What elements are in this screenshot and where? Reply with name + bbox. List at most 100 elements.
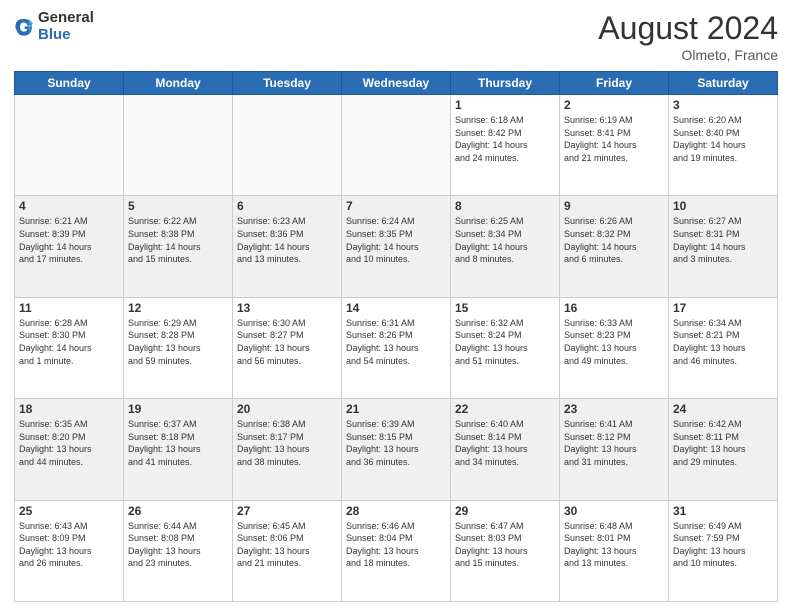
day-number: 22	[455, 402, 555, 416]
calendar-cell: 1 Sunrise: 6:18 AM Sunset: 8:42 PM Daylig…	[451, 95, 560, 196]
title-block: August 2024 Olmeto, France	[598, 10, 778, 63]
calendar-cell: 12 Sunrise: 6:29 AM Sunset: 8:28 PM Dayli…	[124, 297, 233, 398]
day-info: Sunrise: 6:38 AM Sunset: 8:17 PM Dayligh…	[237, 418, 337, 468]
calendar-cell: 23 Sunrise: 6:41 AM Sunset: 8:12 PM Dayli…	[560, 399, 669, 500]
day-number: 10	[673, 199, 773, 213]
day-header-tuesday: Tuesday	[233, 72, 342, 95]
calendar-cell: 9 Sunrise: 6:26 AM Sunset: 8:32 PM Daylig…	[560, 196, 669, 297]
day-info: Sunrise: 6:27 AM Sunset: 8:31 PM Dayligh…	[673, 215, 773, 265]
day-info: Sunrise: 6:19 AM Sunset: 8:41 PM Dayligh…	[564, 114, 664, 164]
day-info: Sunrise: 6:33 AM Sunset: 8:23 PM Dayligh…	[564, 317, 664, 367]
day-number: 2	[564, 98, 664, 112]
calendar-week-row: 1 Sunrise: 6:18 AM Sunset: 8:42 PM Daylig…	[15, 95, 778, 196]
day-number: 18	[19, 402, 119, 416]
calendar-cell: 26 Sunrise: 6:44 AM Sunset: 8:08 PM Dayli…	[124, 500, 233, 601]
day-number: 20	[237, 402, 337, 416]
day-info: Sunrise: 6:40 AM Sunset: 8:14 PM Dayligh…	[455, 418, 555, 468]
day-header-friday: Friday	[560, 72, 669, 95]
day-info: Sunrise: 6:23 AM Sunset: 8:36 PM Dayligh…	[237, 215, 337, 265]
day-info: Sunrise: 6:32 AM Sunset: 8:24 PM Dayligh…	[455, 317, 555, 367]
calendar-week-row: 4Sunrise: 6:21 AM Sunset: 8:39 PM Daylig…	[15, 196, 778, 297]
day-number: 9	[564, 199, 664, 213]
day-number: 14	[346, 301, 446, 315]
day-header-monday: Monday	[124, 72, 233, 95]
day-info: Sunrise: 6:20 AM Sunset: 8:40 PM Dayligh…	[673, 114, 773, 164]
day-info: Sunrise: 6:35 AM Sunset: 8:20 PM Dayligh…	[19, 418, 119, 468]
day-number: 19	[128, 402, 228, 416]
day-info: Sunrise: 6:34 AM Sunset: 8:21 PM Dayligh…	[673, 317, 773, 367]
calendar-cell: 15 Sunrise: 6:32 AM Sunset: 8:24 PM Dayli…	[451, 297, 560, 398]
calendar-cell: 31 Sunrise: 6:49 AM Sunset: 7:59 PM Dayli…	[669, 500, 778, 601]
day-number: 15	[455, 301, 555, 315]
day-number: 11	[19, 301, 119, 315]
day-number: 27	[237, 504, 337, 518]
calendar-week-row: 18 Sunrise: 6:35 AM Sunset: 8:20 PM Dayli…	[15, 399, 778, 500]
day-number: 8	[455, 199, 555, 213]
day-info: Sunrise: 6:39 AM Sunset: 8:15 PM Dayligh…	[346, 418, 446, 468]
calendar-cell: 20 Sunrise: 6:38 AM Sunset: 8:17 PM Dayli…	[233, 399, 342, 500]
day-info: Sunrise: 6:44 AM Sunset: 8:08 PM Dayligh…	[128, 520, 228, 570]
calendar-cell: 30Sunrise: 6:48 AM Sunset: 8:01 PM Dayli…	[560, 500, 669, 601]
day-info: Sunrise: 6:18 AM Sunset: 8:42 PM Dayligh…	[455, 114, 555, 164]
calendar-cell: 24Sunrise: 6:42 AM Sunset: 8:11 PM Dayli…	[669, 399, 778, 500]
logo-general-text: General	[38, 10, 94, 27]
calendar-cell: 5 Sunrise: 6:22 AM Sunset: 8:38 PM Daylig…	[124, 196, 233, 297]
day-number: 26	[128, 504, 228, 518]
calendar-cell: 22 Sunrise: 6:40 AM Sunset: 8:14 PM Dayli…	[451, 399, 560, 500]
day-info: Sunrise: 6:29 AM Sunset: 8:28 PM Dayligh…	[128, 317, 228, 367]
calendar-cell: 14Sunrise: 6:31 AM Sunset: 8:26 PM Dayli…	[342, 297, 451, 398]
calendar-cell: 4Sunrise: 6:21 AM Sunset: 8:39 PM Daylig…	[15, 196, 124, 297]
day-info: Sunrise: 6:22 AM Sunset: 8:38 PM Dayligh…	[128, 215, 228, 265]
calendar-cell: 8Sunrise: 6:25 AM Sunset: 8:34 PM Daylig…	[451, 196, 560, 297]
calendar-cell	[15, 95, 124, 196]
calendar-cell: 18 Sunrise: 6:35 AM Sunset: 8:20 PM Dayli…	[15, 399, 124, 500]
day-number: 25	[19, 504, 119, 518]
day-number: 6	[237, 199, 337, 213]
calendar-cell: 16Sunrise: 6:33 AM Sunset: 8:23 PM Dayli…	[560, 297, 669, 398]
month-year: August 2024	[598, 10, 778, 47]
day-number: 17	[673, 301, 773, 315]
day-number: 12	[128, 301, 228, 315]
calendar-cell: 3Sunrise: 6:20 AM Sunset: 8:40 PM Daylig…	[669, 95, 778, 196]
calendar-cell: 13 Sunrise: 6:30 AM Sunset: 8:27 PM Dayli…	[233, 297, 342, 398]
day-number: 1	[455, 98, 555, 112]
calendar-cell: 10 Sunrise: 6:27 AM Sunset: 8:31 PM Dayli…	[669, 196, 778, 297]
day-header-wednesday: Wednesday	[342, 72, 451, 95]
logo-icon	[14, 17, 34, 37]
day-number: 13	[237, 301, 337, 315]
header: General Blue August 2024 Olmeto, France	[14, 10, 778, 63]
location: Olmeto, France	[598, 47, 778, 63]
day-number: 23	[564, 402, 664, 416]
day-number: 30	[564, 504, 664, 518]
calendar-cell: 29Sunrise: 6:47 AM Sunset: 8:03 PM Dayli…	[451, 500, 560, 601]
day-info: Sunrise: 6:24 AM Sunset: 8:35 PM Dayligh…	[346, 215, 446, 265]
day-info: Sunrise: 6:26 AM Sunset: 8:32 PM Dayligh…	[564, 215, 664, 265]
logo-text: General Blue	[38, 10, 94, 43]
calendar-cell: 2 Sunrise: 6:19 AM Sunset: 8:41 PM Daylig…	[560, 95, 669, 196]
calendar-cell	[124, 95, 233, 196]
calendar-cell: 21Sunrise: 6:39 AM Sunset: 8:15 PM Dayli…	[342, 399, 451, 500]
calendar-week-row: 11 Sunrise: 6:28 AM Sunset: 8:30 PM Dayli…	[15, 297, 778, 398]
calendar-cell: 19Sunrise: 6:37 AM Sunset: 8:18 PM Dayli…	[124, 399, 233, 500]
day-number: 24	[673, 402, 773, 416]
day-info: Sunrise: 6:30 AM Sunset: 8:27 PM Dayligh…	[237, 317, 337, 367]
calendar-cell: 17 Sunrise: 6:34 AM Sunset: 8:21 PM Dayli…	[669, 297, 778, 398]
calendar-cell	[233, 95, 342, 196]
calendar-cell: 11 Sunrise: 6:28 AM Sunset: 8:30 PM Dayli…	[15, 297, 124, 398]
calendar-week-row: 25 Sunrise: 6:43 AM Sunset: 8:09 PM Dayli…	[15, 500, 778, 601]
day-number: 29	[455, 504, 555, 518]
day-info: Sunrise: 6:41 AM Sunset: 8:12 PM Dayligh…	[564, 418, 664, 468]
day-info: Sunrise: 6:49 AM Sunset: 7:59 PM Dayligh…	[673, 520, 773, 570]
logo: General Blue	[14, 10, 94, 43]
day-info: Sunrise: 6:43 AM Sunset: 8:09 PM Dayligh…	[19, 520, 119, 570]
day-number: 31	[673, 504, 773, 518]
day-header-saturday: Saturday	[669, 72, 778, 95]
calendar-cell	[342, 95, 451, 196]
day-header-thursday: Thursday	[451, 72, 560, 95]
day-number: 5	[128, 199, 228, 213]
calendar-cell: 28Sunrise: 6:46 AM Sunset: 8:04 PM Dayli…	[342, 500, 451, 601]
page: General Blue August 2024 Olmeto, France …	[0, 0, 792, 612]
day-info: Sunrise: 6:28 AM Sunset: 8:30 PM Dayligh…	[19, 317, 119, 367]
day-number: 7	[346, 199, 446, 213]
day-number: 28	[346, 504, 446, 518]
